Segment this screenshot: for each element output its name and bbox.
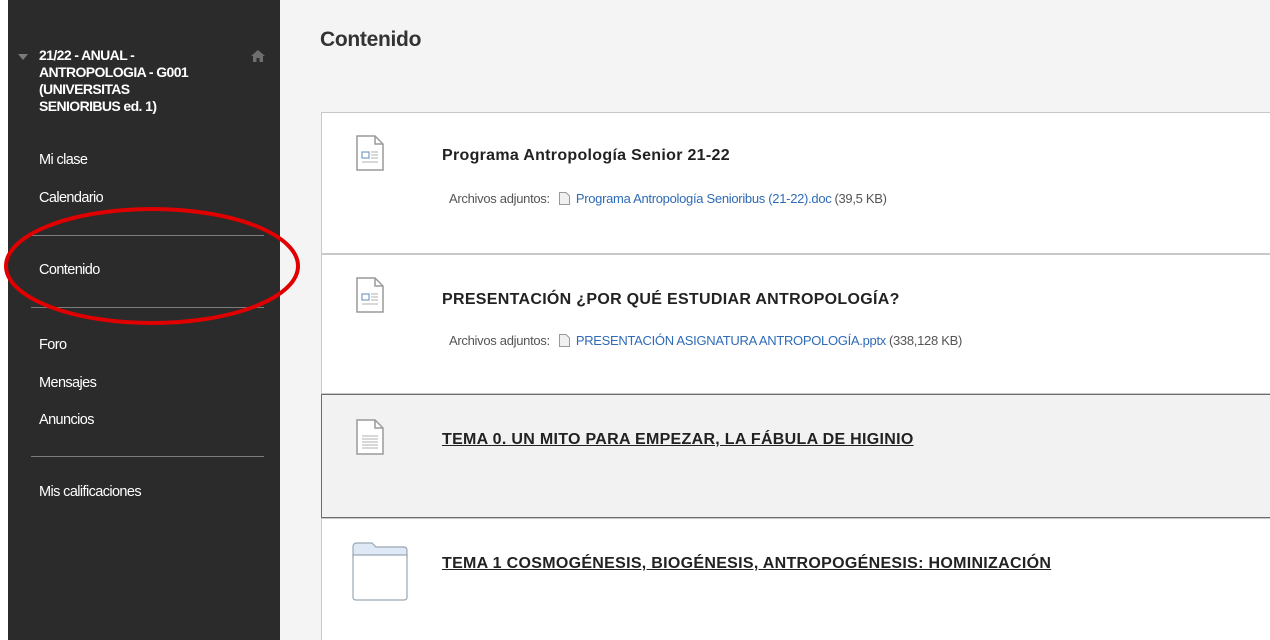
item-title: Programa Antropología Senior 21-22 xyxy=(442,147,730,164)
attachments-row: Archivos adjuntos: Programa Antropología… xyxy=(449,191,887,206)
document-icon xyxy=(356,277,384,313)
sidebar-item-foro[interactable]: Foro xyxy=(39,337,67,353)
file-icon xyxy=(558,192,570,205)
content-item: PRESENTACIÓN ¿POR QUÉ ESTUDIAR ANTROPOLO… xyxy=(321,254,1270,394)
attachment-size: (338,128 KB) xyxy=(888,333,962,348)
sidebar-item-mi-clase[interactable]: Mi clase xyxy=(39,152,88,168)
sidebar-item-contenido[interactable]: Contenido xyxy=(39,262,100,278)
content-item: TEMA 1 COSMOGÉNESIS, BIOGÉNESIS, ANTROPO… xyxy=(321,518,1270,640)
home-icon[interactable] xyxy=(250,48,266,64)
screen: 21/22 - ANUAL - ANTROPOLOGIA - G001 (UNI… xyxy=(0,0,1270,640)
item-title: PRESENTACIÓN ¿POR QUÉ ESTUDIAR ANTROPOLO… xyxy=(442,291,900,308)
file-icon xyxy=(558,334,570,347)
attachments-row: Archivos adjuntos: PRESENTACIÓN ASIGNATU… xyxy=(449,333,962,348)
attachment-link[interactable]: Programa Antropología Senioribus (21-22)… xyxy=(576,191,832,206)
item-title-link[interactable]: TEMA 1 COSMOGÉNESIS, BIOGÉNESIS, ANTROPO… xyxy=(442,555,1051,573)
sidebar-item-mensajes[interactable]: Mensajes xyxy=(39,375,97,391)
item-title-link[interactable]: TEMA 0. UN MITO PARA EMPEZAR, LA FÁBULA … xyxy=(442,431,914,449)
sidebar-item-anuncios[interactable]: Anuncios xyxy=(39,412,94,428)
sidebar-item-mis-calificaciones[interactable]: Mis calificaciones xyxy=(39,484,142,500)
course-title[interactable]: 21/22 - ANUAL - ANTROPOLOGIA - G001 (UNI… xyxy=(39,47,249,115)
page-title: Contenido xyxy=(320,28,422,51)
collapse-arrow-icon[interactable] xyxy=(18,54,28,60)
content-area: Contenido Programa Antropología Senior 2… xyxy=(280,0,1270,640)
document-icon xyxy=(356,135,384,171)
text-document-icon xyxy=(356,419,384,455)
attachments-label: Archivos adjuntos: xyxy=(449,191,550,206)
content-item-selected[interactable]: TEMA 0. UN MITO PARA EMPEZAR, LA FÁBULA … xyxy=(321,394,1270,518)
attachment-link[interactable]: PRESENTACIÓN ASIGNATURA ANTROPOLOGÍA.ppt… xyxy=(576,333,886,348)
attachments-label: Archivos adjuntos: xyxy=(449,333,550,348)
sidebar-divider xyxy=(31,235,264,236)
sidebar-divider xyxy=(31,307,264,308)
folder-icon xyxy=(352,542,408,601)
attachment-size: (39,5 KB) xyxy=(834,191,887,206)
sidebar-item-calendario[interactable]: Calendario xyxy=(39,190,104,206)
sidebar-divider xyxy=(31,456,264,457)
course-sidebar: 21/22 - ANUAL - ANTROPOLOGIA - G001 (UNI… xyxy=(8,0,280,640)
content-item: Programa Antropología Senior 21-22 Archi… xyxy=(321,112,1270,254)
